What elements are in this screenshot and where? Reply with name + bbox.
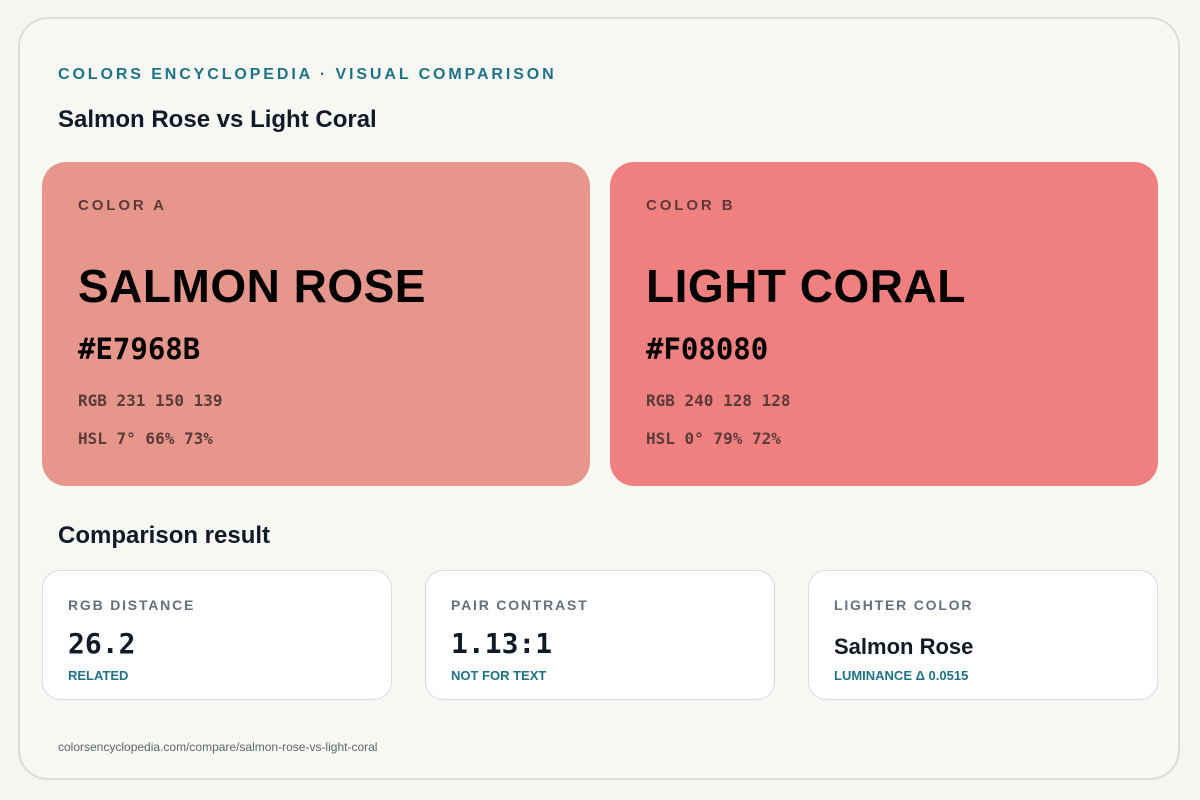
lighter-color-label: LIGHTER COLOR xyxy=(834,597,974,613)
pair-contrast-label: PAIR CONTRAST xyxy=(451,597,589,613)
comparison-title: Comparison result xyxy=(58,522,271,549)
color-a-slot-label: COLOR A xyxy=(78,197,167,214)
color-b-slot-label: COLOR B xyxy=(646,197,736,214)
color-a-rgb: RGB 231 150 139 xyxy=(78,391,223,410)
pair-contrast-value: 1.13:1 xyxy=(451,627,553,660)
color-a-swatch: COLOR A SALMON ROSE #E7968B RGB 231 150 … xyxy=(42,162,590,486)
page-title: Salmon Rose vs Light Coral xyxy=(58,106,377,133)
color-a-hsl: HSL 7° 66% 73% xyxy=(78,429,213,448)
rgb-distance-value: 26.2 xyxy=(68,627,136,660)
rgb-distance-label: RGB DISTANCE xyxy=(68,597,196,613)
rgb-distance-note: RELATED xyxy=(68,668,129,683)
color-b-swatch: COLOR B LIGHT CORAL #F08080 RGB 240 128 … xyxy=(610,162,1158,486)
pair-contrast-note: NOT FOR TEXT xyxy=(451,668,547,683)
lighter-color-value: Salmon Rose xyxy=(834,634,974,659)
lighter-color-card: LIGHTER COLOR Salmon Rose LUMINANCE Δ 0.… xyxy=(808,570,1158,700)
lighter-color-note: LUMINANCE Δ 0.0515 xyxy=(834,668,969,683)
rgb-distance-card: RGB DISTANCE 26.2 RELATED xyxy=(42,570,392,700)
color-a-name: SALMON ROSE xyxy=(78,260,426,312)
pair-contrast-card: PAIR CONTRAST 1.13:1 NOT FOR TEXT xyxy=(425,570,775,700)
color-b-rgb: RGB 240 128 128 xyxy=(646,391,791,410)
site-eyebrow: COLORS ENCYCLOPEDIA · VISUAL COMPARISON xyxy=(58,66,557,83)
color-b-hex: #F08080 xyxy=(646,332,769,366)
color-b-hsl: HSL 0° 79% 72% xyxy=(646,429,781,448)
footer-url: colorsencyclopedia.com/compare/salmon-ro… xyxy=(58,740,378,754)
color-b-name: LIGHT CORAL xyxy=(646,260,966,312)
color-a-hex: #E7968B xyxy=(78,332,201,366)
